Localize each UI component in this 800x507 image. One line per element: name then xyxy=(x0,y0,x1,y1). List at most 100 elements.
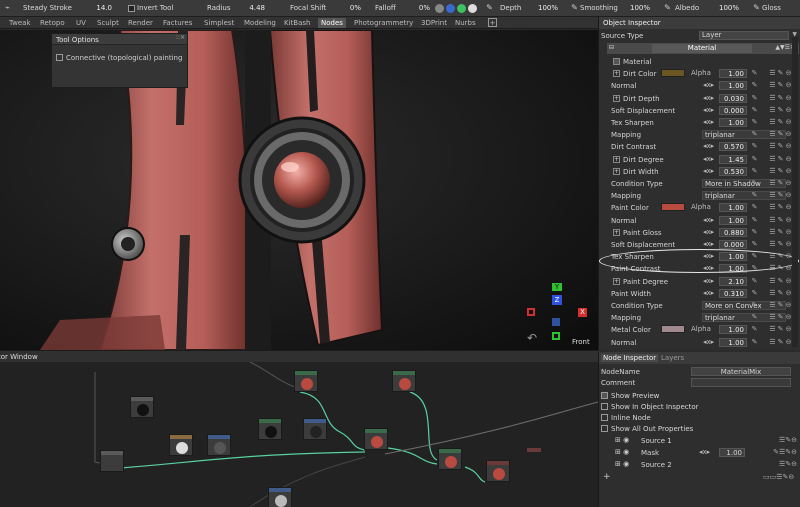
source2-tools-icon[interactable]: ☰✎⊖ xyxy=(779,460,797,468)
list-icon[interactable]: ☰ xyxy=(769,191,776,199)
edit-icon[interactable]: ✎ xyxy=(751,277,758,285)
property-value[interactable]: 1.00 xyxy=(719,81,747,91)
list-icon[interactable]: ☰ xyxy=(769,118,776,126)
gizmo-x[interactable]: X xyxy=(578,308,587,317)
edit-icon[interactable]: ✎ xyxy=(751,289,758,297)
expand-icon[interactable]: + xyxy=(613,277,620,285)
pin-icon[interactable]: ✎ xyxy=(777,94,784,102)
remove-icon[interactable]: ⊖ xyxy=(785,301,792,309)
remove-icon[interactable]: ⊖ xyxy=(785,216,792,224)
nodename-field[interactable]: MaterialMix xyxy=(691,367,791,376)
tab-modeling[interactable]: Modeling xyxy=(244,18,276,28)
arrows-icon[interactable]: ◂x▸ xyxy=(703,167,714,175)
tab-sculpt[interactable]: Sculpt xyxy=(97,18,119,28)
mask-arrows-icon[interactable]: ◂x▸ xyxy=(699,448,710,456)
color-swatch[interactable] xyxy=(661,325,685,334)
add-input-icon[interactable]: + xyxy=(603,472,611,482)
color-swatch[interactable] xyxy=(661,69,685,78)
edit-icon[interactable]: ✎ xyxy=(751,240,758,248)
property-value[interactable]: 0.880 xyxy=(719,227,747,237)
tab-node-inspector[interactable]: Node Inspector xyxy=(601,354,659,362)
panel-close-icon[interactable]: ::× xyxy=(176,34,185,41)
show-in-oi-checkbox[interactable] xyxy=(601,403,608,410)
edit-icon[interactable]: ✎ xyxy=(751,94,758,102)
pin-icon[interactable]: ✎ xyxy=(777,203,784,211)
property-value[interactable]: 0.030 xyxy=(719,93,747,103)
oi-scrollbar[interactable] xyxy=(792,37,798,347)
pin-icon[interactable]: ✎ xyxy=(777,167,784,175)
arrows-icon[interactable]: ◂x▸ xyxy=(703,228,714,236)
node-2[interactable] xyxy=(169,434,193,456)
pin-icon[interactable]: ✎ xyxy=(777,191,784,199)
edit-icon[interactable]: ✎ xyxy=(751,69,758,77)
comment-field[interactable] xyxy=(691,378,791,387)
pin-icon[interactable]: ✎ xyxy=(777,69,784,77)
pin-icon[interactable]: ✎ xyxy=(777,155,784,163)
property-value[interactable]: 1.00 xyxy=(719,69,747,79)
pin-icon[interactable]: ✎ xyxy=(777,118,784,126)
gizmo-neg-y-icon[interactable] xyxy=(552,332,560,340)
expand-icon[interactable]: + xyxy=(613,228,620,236)
tab-layers[interactable]: Layers xyxy=(661,354,684,362)
tab-photogrammetry[interactable]: Photogrammetry xyxy=(354,18,413,28)
tab-nurbs[interactable]: Nurbs xyxy=(455,18,476,28)
remove-icon[interactable]: ⊖ xyxy=(785,338,792,346)
node-material-mix[interactable] xyxy=(364,428,388,450)
node-output[interactable] xyxy=(100,450,124,472)
edit-icon[interactable]: ✎ xyxy=(751,106,758,114)
remove-icon[interactable]: ⊖ xyxy=(785,130,792,138)
list-icon[interactable]: ☰ xyxy=(769,155,776,163)
node-editor-canvas[interactable] xyxy=(0,362,598,507)
radius-label[interactable]: Radius xyxy=(207,3,230,14)
remove-icon[interactable]: ⊖ xyxy=(785,277,792,285)
edit-icon[interactable]: ✎ xyxy=(751,338,758,346)
remove-icon[interactable]: ⊖ xyxy=(785,240,792,248)
pin-icon[interactable]: ✎ xyxy=(777,142,784,150)
expand-icon[interactable]: + xyxy=(613,94,620,102)
list-icon[interactable]: ☰ xyxy=(769,325,776,333)
tab-tweak[interactable]: Tweak xyxy=(9,18,31,28)
show-preview-checkbox[interactable] xyxy=(601,392,608,399)
tab-factures[interactable]: Factures xyxy=(163,18,192,28)
tab-simplest[interactable]: Simplest xyxy=(204,18,234,28)
depth-value[interactable]: 100% xyxy=(535,3,558,14)
arrows-icon[interactable]: ◂x▸ xyxy=(703,155,714,163)
show-preview-row[interactable]: Show Preview xyxy=(601,390,799,401)
expand-icon[interactable]: + xyxy=(613,167,620,175)
pin-icon[interactable]: ✎ xyxy=(777,240,784,248)
property-value[interactable]: 1.45 xyxy=(719,154,747,164)
remove-icon[interactable]: ⊖ xyxy=(785,106,792,114)
node-10[interactable] xyxy=(268,487,292,507)
edit-icon[interactable]: ✎ xyxy=(751,203,758,211)
pin-icon[interactable]: ✎ xyxy=(777,313,784,321)
edit-icon[interactable]: ✎ xyxy=(751,313,758,321)
focal-shift-value[interactable]: 0% xyxy=(342,3,361,14)
globe-icon[interactable] xyxy=(446,4,455,13)
invert-tool-checkbox[interactable] xyxy=(128,5,135,12)
node-7[interactable] xyxy=(392,370,416,392)
remove-icon[interactable]: ⊖ xyxy=(785,118,792,126)
property-value[interactable]: 1.00 xyxy=(719,337,747,347)
edit-icon[interactable]: ✎ xyxy=(751,191,758,199)
smoothing-value[interactable]: 100% xyxy=(625,3,650,14)
show-all-out-row[interactable]: Show All Out Properties xyxy=(601,423,799,434)
list-icon[interactable]: ☰ xyxy=(769,167,776,175)
node-footer-tools-icon[interactable]: ▭▭☰✎⊖ xyxy=(763,473,794,481)
property-value[interactable]: 0.530 xyxy=(719,166,747,176)
node-8[interactable] xyxy=(438,448,462,470)
pin-icon[interactable]: ✎ xyxy=(777,81,784,89)
list-icon[interactable]: ☰ xyxy=(769,313,776,321)
radius-value[interactable]: 4.48 xyxy=(240,3,265,14)
gizmo-y[interactable]: Y xyxy=(552,283,562,291)
remove-icon[interactable]: ⊖ xyxy=(785,289,792,297)
edit-icon[interactable]: ✎ xyxy=(751,216,758,224)
list-icon[interactable]: ☰ xyxy=(769,130,776,138)
node-5[interactable] xyxy=(303,418,327,440)
undo-view-icon[interactable]: ↶ xyxy=(527,331,537,345)
remove-icon[interactable]: ⊖ xyxy=(785,179,792,187)
list-icon[interactable]: ☰ xyxy=(769,216,776,224)
arrows-icon[interactable]: ◂x▸ xyxy=(703,106,714,114)
remove-icon[interactable]: ⊖ xyxy=(785,313,792,321)
arrows-icon[interactable]: ◂x▸ xyxy=(703,338,714,346)
property-value[interactable]: 2.10 xyxy=(719,276,747,286)
